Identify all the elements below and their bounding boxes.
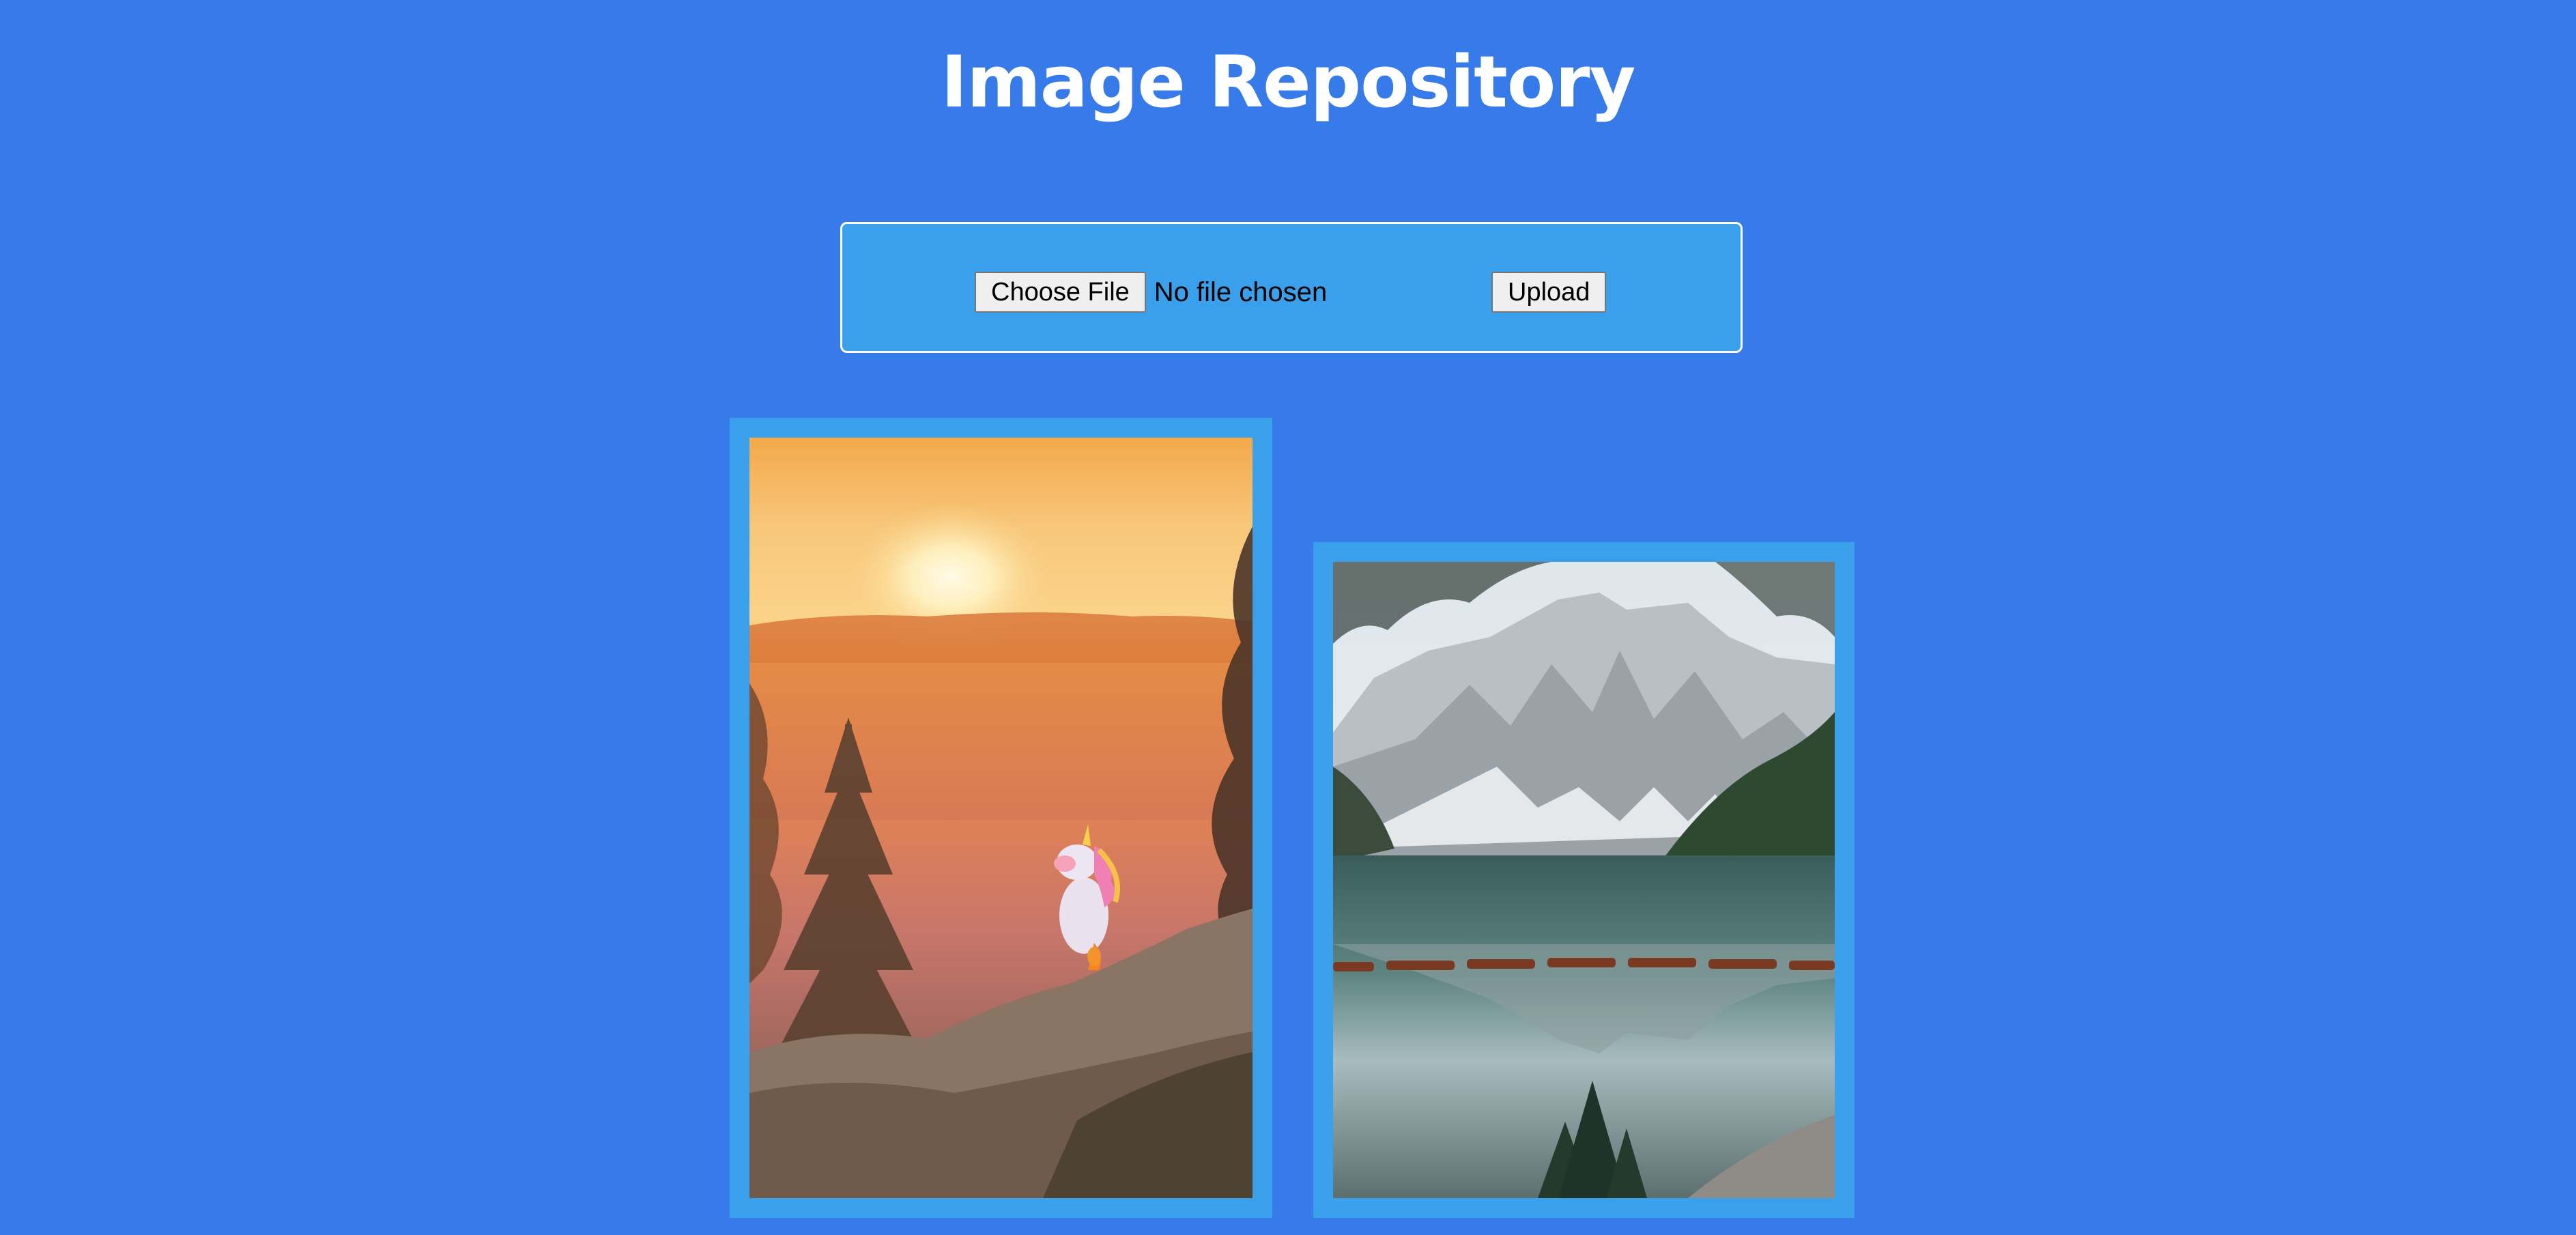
page: Image Repository Choose File No file cho…	[0, 0, 2576, 1235]
choose-file-button[interactable]: Choose File	[975, 272, 1146, 313]
gallery-image-sunset	[749, 438, 1253, 1198]
image-card	[1313, 542, 1855, 1218]
upload-button[interactable]: Upload	[1491, 272, 1607, 313]
image-card	[730, 418, 1272, 1218]
file-status-text: No file chosen	[1154, 276, 1328, 307]
gallery-image-mountain-lake	[1333, 562, 1835, 1198]
page-title: Image Repository	[941, 40, 1636, 124]
file-input[interactable]: Choose File No file chosen	[975, 272, 1327, 313]
upload-form: Choose File No file chosen Upload	[840, 222, 1743, 353]
